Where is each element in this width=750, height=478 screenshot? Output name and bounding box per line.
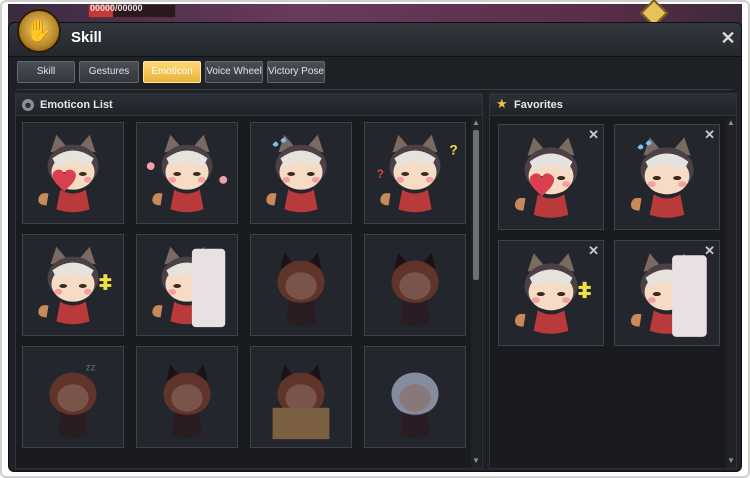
girl-cat-ears-sparkle-emoticon-icon bbox=[277, 252, 325, 326]
favorite-slot-raccoon-peek[interactable]: ✕ bbox=[614, 240, 720, 346]
emoticon-slot-raccoon-question[interactable]: ?? bbox=[364, 122, 466, 224]
svg-text:zz: zz bbox=[86, 363, 96, 374]
title-bar: ✋ Skill ✕ bbox=[9, 9, 741, 57]
girl-glasses-emoticon-icon bbox=[163, 364, 211, 438]
remove-favorite-icon[interactable]: ✕ bbox=[588, 128, 599, 141]
favorites-title: Favorites bbox=[514, 99, 563, 111]
girl-cat-ears-stand-emoticon-icon bbox=[391, 252, 439, 326]
tab-skill[interactable]: Skill bbox=[17, 61, 75, 83]
emoticon-list-title: Emoticon List bbox=[40, 99, 113, 111]
raccoon-flowers-emoticon-icon bbox=[146, 134, 228, 213]
scroll-up-arrow-icon[interactable]: ▲ bbox=[471, 118, 481, 128]
tab-victory-pose[interactable]: Victory Pose bbox=[267, 61, 325, 83]
favorite-slot-raccoon-heart[interactable]: ✕ bbox=[498, 124, 604, 230]
girl-sleepy-emoticon-icon: zz bbox=[49, 363, 97, 438]
emoticon-slot-girl-cat-ears-sparkle[interactable] bbox=[250, 234, 352, 336]
raccoon-sweat-emoticon-icon bbox=[266, 134, 327, 213]
emoticon-slot-raccoon-flowers[interactable] bbox=[136, 122, 238, 224]
girl-sword-emoticon-icon bbox=[391, 372, 439, 438]
favorites-scrollbar[interactable]: ▲ ▼ bbox=[726, 118, 736, 468]
scroll-down-arrow-icon[interactable]: ▼ bbox=[726, 456, 736, 466]
star-icon: ★ bbox=[496, 96, 508, 111]
emoticon-list-panel: ☻ Emoticon List ? ? zz ▲ ▼ bbox=[15, 93, 483, 469]
raccoon-question-emoticon-icon: ?? bbox=[377, 134, 458, 213]
emoticon-slot-raccoon-peek[interactable] bbox=[136, 234, 238, 336]
scroll-up-arrow-icon[interactable]: ▲ bbox=[726, 118, 736, 128]
divider bbox=[17, 89, 733, 90]
hp-text: 00000/00000 bbox=[90, 3, 143, 13]
raccoon-heart-emoticon-icon bbox=[38, 134, 99, 213]
skill-window: ✋ Skill ✕ Skill Gestures Emoticon Voice … bbox=[8, 9, 742, 472]
favorites-panel: ★ Favorites ✕ ✕ ✕ ✕ ▲ ▼ bbox=[489, 93, 737, 469]
favorite-slot-raccoon-laugh[interactable]: ✕ bbox=[498, 240, 604, 346]
tab-emoticon[interactable]: Emoticon bbox=[143, 61, 201, 83]
raccoon-peek-emoticon-icon bbox=[152, 246, 226, 328]
scroll-down-arrow-icon[interactable]: ▼ bbox=[471, 456, 481, 466]
scrollbar-thumb[interactable] bbox=[473, 130, 479, 280]
tab-voice-wheel[interactable]: Voice Wheel bbox=[205, 61, 263, 83]
skill-badge-icon: ✋ bbox=[17, 9, 61, 53]
remove-favorite-icon[interactable]: ✕ bbox=[704, 128, 715, 141]
raccoon-laugh-emoticon-icon bbox=[38, 246, 112, 325]
emoticon-slot-girl-box[interactable] bbox=[250, 346, 352, 448]
emoticon-slot-raccoon-sweat[interactable] bbox=[250, 122, 352, 224]
emoticon-list-header: ☻ Emoticon List bbox=[16, 94, 482, 116]
smiley-icon: ☻ bbox=[22, 99, 34, 111]
emoticon-slot-girl-sleepy[interactable]: zz bbox=[22, 346, 124, 448]
girl-box-emoticon-icon bbox=[272, 364, 330, 440]
emoticon-slot-raccoon-laugh[interactable] bbox=[22, 234, 124, 336]
svg-text:?: ? bbox=[449, 142, 457, 157]
remove-favorite-icon[interactable]: ✕ bbox=[588, 244, 599, 257]
svg-text:?: ? bbox=[377, 168, 384, 181]
emoticon-slot-girl-sword[interactable] bbox=[364, 346, 466, 448]
favorite-slot-raccoon-sweat[interactable]: ✕ bbox=[614, 124, 720, 230]
emoticon-slot-girl-glasses[interactable] bbox=[136, 346, 238, 448]
window-title: Skill bbox=[71, 29, 102, 46]
remove-favorite-icon[interactable]: ✕ bbox=[704, 244, 715, 257]
favorites-header: ★ Favorites bbox=[490, 94, 736, 116]
tab-gestures[interactable]: Gestures bbox=[79, 61, 139, 83]
emoticon-slot-girl-cat-ears-stand[interactable] bbox=[364, 234, 466, 336]
close-icon[interactable]: ✕ bbox=[719, 29, 737, 47]
emoticon-slot-raccoon-heart[interactable] bbox=[22, 122, 124, 224]
emoticon-list-scrollbar[interactable]: ▲ ▼ bbox=[471, 118, 481, 468]
tab-bar: Skill Gestures Emoticon Voice Wheel Vict… bbox=[17, 61, 325, 85]
